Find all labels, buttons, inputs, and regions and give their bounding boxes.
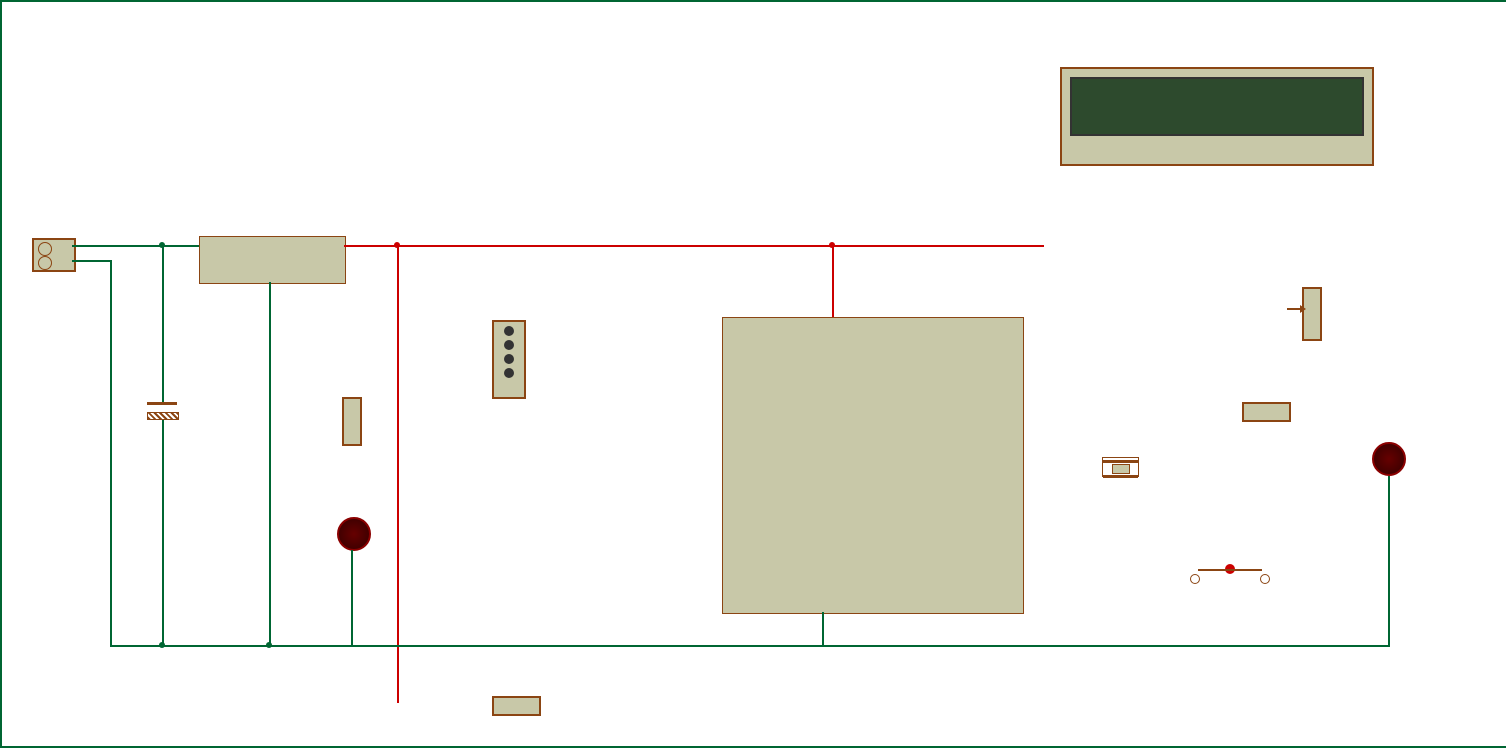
x1-body	[1102, 457, 1139, 477]
header-body	[492, 320, 526, 399]
d1-led	[1372, 442, 1406, 476]
c1-plate2	[147, 412, 179, 420]
u1-body	[722, 317, 1024, 614]
push-button	[1190, 564, 1270, 584]
c1-plate1	[147, 402, 177, 405]
rv1-wiper	[1287, 308, 1302, 310]
r2-body	[1242, 402, 1291, 422]
j1-body	[32, 238, 76, 272]
rv1-body	[1302, 287, 1322, 341]
lcd-body	[1060, 67, 1374, 166]
d2-led	[337, 517, 371, 551]
r1-body	[492, 696, 541, 716]
r3-body	[342, 397, 362, 446]
lcd-screen	[1070, 77, 1364, 136]
u2-body	[199, 236, 346, 284]
schematic-canvas	[0, 0, 1506, 748]
